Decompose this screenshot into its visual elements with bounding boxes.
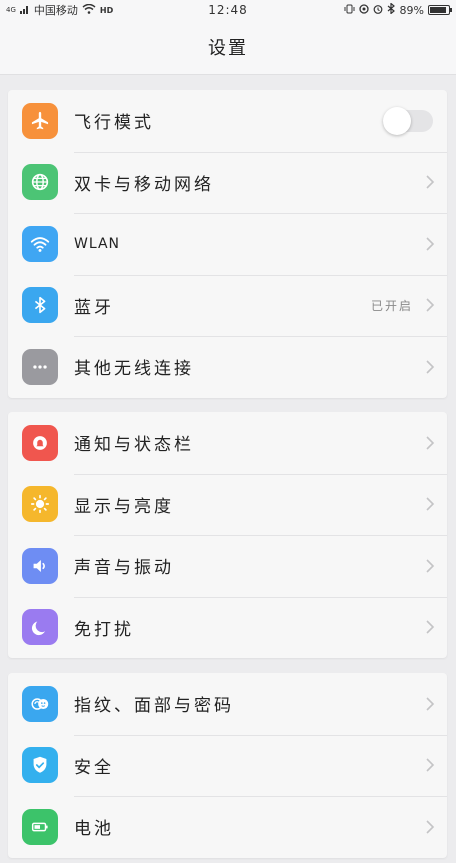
bluetooth-status-icon — [387, 2, 396, 17]
settings-row-fingerprint-face-password[interactable]: 指纹、面部与密码 — [8, 673, 447, 735]
chevron-right-icon — [426, 559, 435, 573]
shield-icon — [22, 747, 58, 784]
settings-row-label: 免打扰 — [74, 619, 134, 640]
chevron-right-icon — [426, 298, 435, 312]
speaker-icon — [22, 547, 58, 584]
settings-row-do-not-disturb[interactable]: 免打扰 — [8, 596, 447, 659]
carrier-name: 中国移动 — [33, 4, 78, 17]
globe-icon — [22, 164, 58, 201]
settings-row-other-wireless[interactable]: 其他无线连接 — [8, 336, 447, 398]
settings-group-connectivity: 飞行模式 双卡与移动网络 WLAN 蓝牙 已开启 其他无线连接 — [8, 90, 447, 398]
settings-row-wlan[interactable]: WLAN — [8, 213, 447, 275]
battery-fill — [430, 7, 446, 13]
chevron-right-icon — [426, 620, 435, 634]
settings-row-notifications[interactable]: 通知与状态栏 — [8, 412, 447, 474]
status-bar: 4G 中国移动 HD 12:48 89% — [0, 0, 456, 20]
wifi-icon — [22, 225, 58, 262]
airplane-icon — [22, 102, 58, 139]
alarm-icon — [373, 4, 383, 17]
status-right: 89% — [344, 2, 452, 17]
settings-group-notifications: 通知与状态栏 显示与亮度 声音与振动 免打扰 — [8, 412, 447, 658]
settings-row-label: 安全 — [74, 757, 114, 778]
sun-icon — [22, 486, 58, 523]
settings-row-bluetooth[interactable]: 蓝牙 已开启 — [8, 274, 447, 337]
settings-row-airplane-mode[interactable]: 飞行模式 — [8, 90, 447, 152]
signal-icon — [19, 4, 30, 17]
settings-row-label: 显示与亮度 — [74, 496, 174, 517]
settings-row-label: 电池 — [74, 819, 114, 840]
more-dots-icon — [22, 348, 58, 385]
settings-row-dual-sim[interactable]: 双卡与移动网络 — [8, 151, 447, 214]
chevron-right-icon — [426, 436, 435, 450]
chevron-right-icon — [426, 497, 435, 511]
battery-percent: 89% — [399, 3, 424, 17]
settings-row-display[interactable]: 显示与亮度 — [8, 473, 447, 536]
settings-row-battery[interactable]: 电池 — [8, 796, 447, 858]
page-title: 设置 — [208, 38, 248, 59]
chevron-right-icon — [426, 820, 435, 834]
notification-icon — [22, 424, 58, 461]
bluetooth-icon — [22, 287, 58, 324]
moon-icon — [22, 609, 58, 646]
settings-row-label: 双卡与移动网络 — [74, 174, 214, 195]
settings-row-label: 指纹、面部与密码 — [74, 696, 234, 717]
settings-row-label: 通知与状态栏 — [74, 435, 194, 456]
wifi-status-icon — [82, 3, 96, 17]
header: 设置 — [0, 20, 456, 75]
battery-icon — [22, 808, 58, 845]
bluetooth-status-value: 已开启 — [370, 298, 413, 313]
network-type: 4G — [6, 6, 16, 14]
chevron-right-icon — [426, 175, 435, 189]
settings-row-security[interactable]: 安全 — [8, 734, 447, 797]
settings-row-label: 蓝牙 — [74, 297, 114, 318]
toggle-knob — [383, 106, 411, 135]
hd-label: HD — [99, 5, 114, 15]
settings-row-label: 飞行模式 — [74, 113, 154, 134]
settings-group-security: 指纹、面部与密码 安全 电池 — [8, 673, 447, 858]
settings-row-label: 声音与振动 — [74, 558, 174, 579]
settings-row-label: WLAN — [74, 235, 121, 252]
vibrate-icon — [344, 4, 355, 17]
settings-row-label: 其他无线连接 — [74, 359, 194, 380]
status-left: 4G 中国移动 HD — [6, 2, 113, 18]
chevron-right-icon — [426, 758, 435, 772]
chevron-right-icon — [426, 237, 435, 251]
battery-status-icon — [428, 5, 452, 15]
chevron-right-icon — [426, 360, 435, 374]
chevron-right-icon — [426, 697, 435, 711]
hd-call-icon: HD — [100, 6, 113, 15]
fingerprint-face-icon — [22, 685, 58, 722]
airplane-mode-toggle[interactable] — [383, 106, 433, 135]
settings-row-sound[interactable]: 声音与振动 — [8, 535, 447, 597]
location-icon — [358, 3, 369, 17]
